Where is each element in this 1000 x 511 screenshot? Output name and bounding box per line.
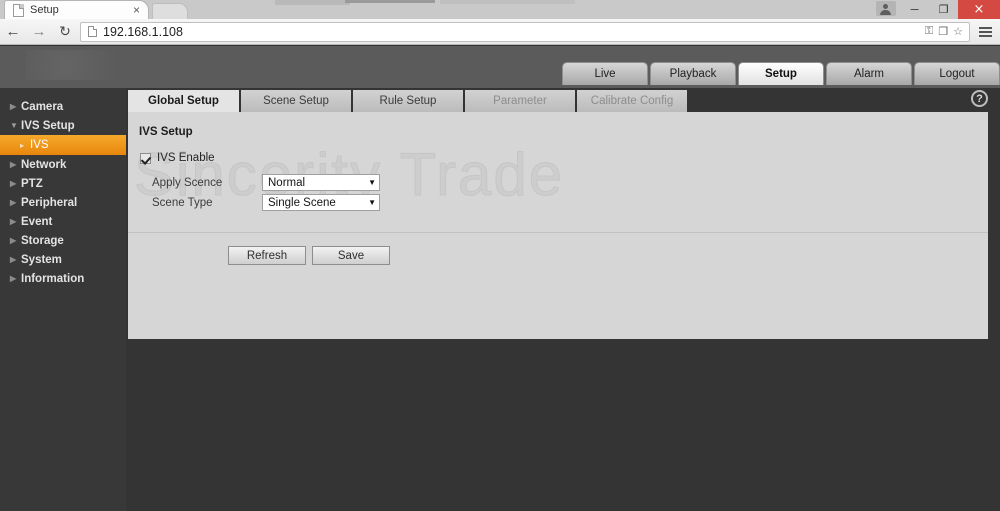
browser-tab-title: Setup bbox=[30, 4, 59, 16]
page-info-icon[interactable] bbox=[88, 26, 97, 37]
sidebar-item-label: Peripheral bbox=[21, 196, 78, 209]
sidebar-item-storage[interactable]: ▶ Storage bbox=[0, 231, 126, 250]
section-title: IVS Setup bbox=[139, 126, 193, 138]
content-tab-bar: Global Setup Scene Setup Rule Setup Para… bbox=[128, 88, 1000, 112]
sidebar-item-label: Information bbox=[21, 272, 85, 285]
topnav-setup[interactable]: Setup bbox=[738, 62, 824, 85]
translate-icon[interactable]: ❐ bbox=[938, 25, 948, 38]
tab-rule-setup[interactable]: Rule Setup bbox=[352, 90, 464, 112]
chevron-right-icon: ▶ bbox=[10, 179, 17, 188]
topnav-logout[interactable]: Logout bbox=[914, 62, 1000, 85]
apply-scence-select[interactable]: Normal ▼ bbox=[262, 174, 380, 191]
key-icon[interactable]: ⚿ bbox=[925, 25, 933, 38]
chevron-right-icon: ▸ bbox=[20, 140, 25, 150]
window-close-button[interactable]: × bbox=[958, 0, 1000, 19]
sidebar-item-system[interactable]: ▶ System bbox=[0, 250, 126, 269]
scene-type-value: Single Scene bbox=[268, 196, 336, 209]
tab-scene-setup[interactable]: Scene Setup bbox=[240, 90, 352, 112]
minimize-button[interactable]: ─ bbox=[900, 0, 929, 19]
scene-type-row: Scene Type Single Scene ▼ bbox=[152, 194, 380, 211]
menu-icon[interactable] bbox=[974, 19, 996, 45]
topnav-playback[interactable]: Playback bbox=[650, 62, 736, 85]
browser-tab-setup[interactable]: Setup × bbox=[4, 0, 149, 19]
address-bar[interactable]: 192.168.1.108 ⚿ ❐ ☆ bbox=[80, 21, 970, 42]
browser-toolbar: ← → ↻ 192.168.1.108 ⚿ ❐ ☆ bbox=[0, 19, 1000, 45]
chevron-down-icon: ▼ bbox=[10, 121, 18, 130]
top-navigation: Live Playback Setup Alarm Logout bbox=[560, 62, 1000, 85]
sidebar-item-label: PTZ bbox=[21, 177, 43, 190]
sidebar-item-ivs-setup[interactable]: ▼ IVS Setup bbox=[0, 116, 126, 135]
back-icon[interactable]: ← bbox=[0, 19, 26, 45]
maximize-button[interactable]: ❐ bbox=[929, 0, 958, 19]
chevron-right-icon: ▶ bbox=[10, 102, 17, 111]
tab-calibrate-config[interactable]: Calibrate Config bbox=[576, 90, 688, 112]
forward-icon[interactable]: → bbox=[26, 19, 52, 45]
sidebar-item-camera[interactable]: ▶ Camera bbox=[0, 97, 126, 116]
star-icon[interactable]: ☆ bbox=[953, 25, 963, 38]
device-ui: Live Playback Setup Alarm Logout ▶ Camer… bbox=[0, 46, 1000, 511]
omnibox-icons: ⚿ ❐ ☆ bbox=[925, 25, 963, 38]
sidebar-item-information[interactable]: ▶ Information bbox=[0, 269, 126, 288]
ivs-enable-row[interactable]: IVS Enable bbox=[140, 152, 215, 164]
refresh-button[interactable]: Refresh bbox=[228, 246, 306, 265]
topnav-alarm[interactable]: Alarm bbox=[826, 62, 912, 85]
form-area: Sincerity Trade IVS Setup IVS Enable App… bbox=[128, 112, 988, 339]
browser-tabstrip: Setup × ─ ❐ × bbox=[0, 0, 1000, 19]
reload-icon[interactable]: ↻ bbox=[52, 19, 78, 45]
sidebar-item-ivs[interactable]: ▸ IVS bbox=[0, 135, 126, 155]
tab-ghost-a bbox=[275, 0, 350, 5]
sidebar-item-label: Camera bbox=[21, 100, 64, 113]
scene-type-select[interactable]: Single Scene ▼ bbox=[262, 194, 380, 211]
new-tab-button[interactable] bbox=[152, 3, 188, 19]
topnav-live[interactable]: Live bbox=[562, 62, 648, 85]
ivs-enable-checkbox[interactable] bbox=[140, 152, 151, 164]
chevron-right-icon: ▶ bbox=[10, 160, 17, 169]
save-button[interactable]: Save bbox=[312, 246, 390, 265]
tab-parameter[interactable]: Parameter bbox=[464, 90, 576, 112]
sidebar-item-ptz[interactable]: ▶ PTZ bbox=[0, 174, 126, 193]
page-icon bbox=[13, 3, 24, 17]
chevron-right-icon: ▶ bbox=[10, 274, 17, 283]
window-controls: ─ ❐ × bbox=[876, 0, 1000, 19]
sidebar-item-label: Network bbox=[21, 158, 67, 171]
tab-global-setup[interactable]: Global Setup bbox=[128, 90, 240, 112]
form-actions: Refresh Save bbox=[228, 246, 390, 265]
sidebar-item-network[interactable]: ▶ Network bbox=[0, 155, 126, 174]
sidebar-item-label: System bbox=[21, 253, 62, 266]
ivs-enable-label: IVS Enable bbox=[157, 152, 215, 164]
chevron-down-icon: ▼ bbox=[368, 198, 376, 207]
sidebar-item-event[interactable]: ▶ Event bbox=[0, 212, 126, 231]
tab-ghost-c bbox=[440, 0, 575, 4]
help-icon[interactable]: ? bbox=[971, 90, 988, 107]
sidebar-item-label: Event bbox=[21, 215, 53, 228]
sidebar-item-label: IVS bbox=[30, 139, 49, 151]
sidebar-item-label: Storage bbox=[21, 234, 64, 247]
form-divider bbox=[128, 232, 988, 233]
chevron-down-icon: ▼ bbox=[368, 178, 376, 187]
chevron-right-icon: ▶ bbox=[10, 255, 17, 264]
url-text: 192.168.1.108 bbox=[103, 24, 183, 39]
sidebar: ▶ Camera ▼ IVS Setup ▸ IVS ▶ Network ▶ P… bbox=[0, 88, 126, 511]
user-avatar-icon[interactable] bbox=[876, 1, 896, 16]
chevron-right-icon: ▶ bbox=[10, 198, 17, 207]
tab-ghost-b bbox=[345, 0, 435, 3]
apply-scence-row: Apply Scence Normal ▼ bbox=[152, 174, 380, 191]
apply-scence-value: Normal bbox=[268, 176, 306, 189]
device-header: Live Playback Setup Alarm Logout bbox=[0, 46, 1000, 88]
chevron-right-icon: ▶ bbox=[10, 236, 17, 245]
brand-logo bbox=[26, 50, 156, 80]
scene-type-label: Scene Type bbox=[152, 196, 213, 209]
chevron-right-icon: ▶ bbox=[10, 217, 17, 226]
sidebar-item-label: IVS Setup bbox=[21, 119, 75, 132]
close-icon[interactable]: × bbox=[133, 4, 140, 16]
sidebar-item-peripheral[interactable]: ▶ Peripheral bbox=[0, 193, 126, 212]
apply-scence-label: Apply Scence bbox=[152, 176, 223, 189]
